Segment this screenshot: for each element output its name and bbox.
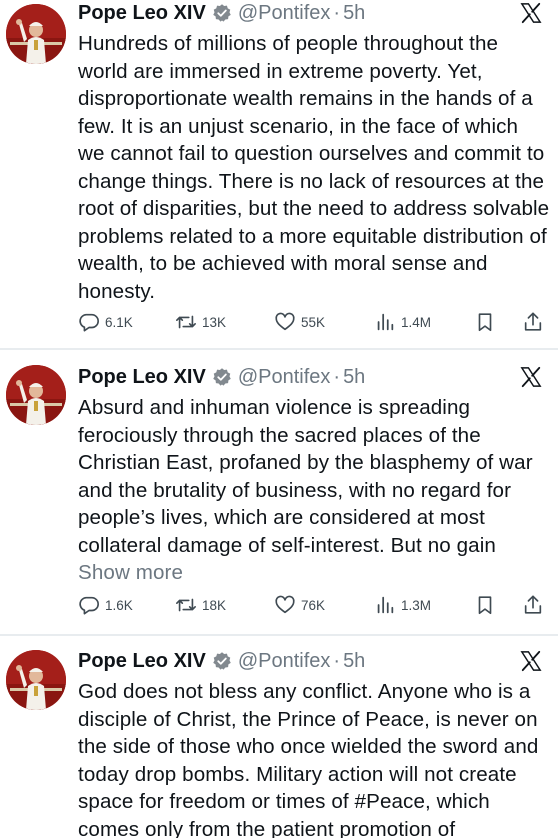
author-name[interactable]: Pope Leo XIV [78, 366, 206, 389]
verified-badge-icon [213, 368, 231, 386]
repost-count: 18K [202, 597, 227, 613]
author-name[interactable]: Pope Leo XIV [78, 2, 206, 25]
tweet-header: Pope Leo XIV @Pontifex · 5h [78, 364, 550, 390]
reply-button[interactable]: 1.6K [78, 590, 133, 620]
reply-button[interactable]: 6.1K [78, 307, 133, 337]
views-count: 1.4M [401, 314, 432, 330]
show-more-link[interactable]: Show more [78, 561, 183, 584]
views-button[interactable]: 1.4M [374, 307, 431, 337]
repost-icon [176, 598, 196, 612]
tweet-header: Pope Leo XIV @Pontifex · 5h [78, 648, 550, 674]
share-icon [524, 312, 542, 331]
tweet-divider [0, 348, 558, 350]
avatar[interactable] [6, 365, 66, 425]
x-logo-icon [520, 650, 542, 672]
bookmark-button[interactable] [474, 307, 501, 337]
share-button[interactable] [522, 307, 549, 337]
bookmark-icon [478, 313, 492, 332]
tweet[interactable]: Pope Leo XIV @Pontifex · 5h Absurd and i… [0, 351, 558, 633]
timestamp[interactable]: 5h [343, 366, 365, 389]
verified-badge-icon [213, 652, 231, 670]
like-count: 76K [301, 597, 326, 613]
tweet-actions: 6.1K 13K 55K 1.4M [78, 307, 550, 337]
views-button[interactable]: 1.3M [374, 590, 431, 620]
views-count: 1.3M [401, 597, 432, 613]
avatar-image [6, 365, 66, 425]
tweet-feed: Pope Leo XIV @Pontifex · 5h Hundreds of … [0, 0, 558, 838]
tweet-header: Pope Leo XIV @Pontifex · 5h [78, 0, 550, 26]
tweet-text-body: Hundreds of millions of people throughou… [78, 32, 550, 303]
reply-icon [79, 596, 99, 615]
like-count: 55K [301, 314, 326, 330]
share-icon [524, 595, 542, 614]
bookmark-icon [478, 596, 492, 615]
author-name[interactable]: Pope Leo XIV [78, 650, 206, 673]
avatar-image [6, 650, 66, 710]
author-handle[interactable]: @Pontifex [238, 366, 331, 389]
x-logo-icon [520, 366, 542, 388]
repost-count: 13K [202, 314, 227, 330]
tweet-text: Hundreds of millions of people throughou… [78, 30, 550, 305]
views-icon [377, 313, 394, 331]
author-handle[interactable]: @Pontifex [238, 650, 331, 673]
bookmark-button[interactable] [474, 590, 501, 620]
timestamp[interactable]: 5h [343, 2, 365, 25]
like-button[interactable]: 76K [274, 590, 325, 620]
tweet[interactable]: Pope Leo XIV @Pontifex · 5h God does not… [0, 638, 558, 838]
tweet-content: Pope Leo XIV @Pontifex · 5h Hundreds of … [78, 0, 550, 305]
verified-badge-icon [213, 4, 231, 22]
reply-count: 1.6K [105, 597, 133, 613]
author-handle[interactable]: @Pontifex [238, 2, 331, 25]
timestamp[interactable]: 5h [343, 650, 365, 673]
avatar-image [6, 4, 66, 64]
repost-icon [176, 315, 196, 329]
share-button[interactable] [522, 590, 549, 620]
tweet-content: Pope Leo XIV @Pontifex · 5h Absurd and i… [78, 364, 550, 587]
tweet-divider [0, 634, 558, 636]
separator-dot: · [333, 1, 341, 24]
reply-count: 6.1K [105, 314, 133, 330]
tweet-text: God does not bless any conflict. Anyone … [78, 678, 550, 838]
tweet-actions: 1.6K 18K 76K 1.3M [78, 590, 550, 620]
tweet[interactable]: Pope Leo XIV @Pontifex · 5h Hundreds of … [0, 0, 558, 346]
tweet-text: Absurd and inhuman violence is spreading… [78, 394, 550, 587]
like-button[interactable]: 55K [274, 307, 325, 337]
x-logo-icon [520, 2, 542, 24]
tweet-text-body: Absurd and inhuman violence is spreading… [78, 396, 533, 557]
heart-icon [275, 312, 295, 331]
repost-button[interactable]: 18K [175, 590, 226, 620]
tweet-text-body: God does not bless any conflict. Anyone … [78, 680, 539, 838]
separator-dot: · [333, 649, 341, 672]
views-icon [377, 596, 394, 614]
separator-dot: · [333, 365, 341, 388]
repost-button[interactable]: 13K [175, 307, 226, 337]
tweet-content: Pope Leo XIV @Pontifex · 5h God does not… [78, 648, 550, 838]
heart-icon [275, 595, 295, 614]
avatar[interactable] [6, 650, 66, 710]
reply-icon [79, 313, 99, 332]
avatar[interactable] [6, 4, 66, 64]
